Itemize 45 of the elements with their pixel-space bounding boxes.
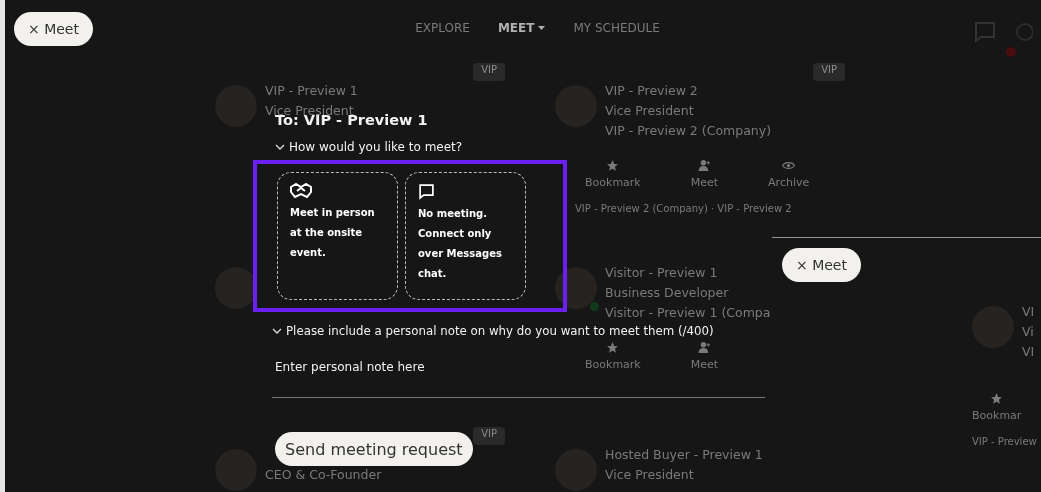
job-title: Vice President (605, 103, 694, 118)
chevron-icon (275, 144, 285, 150)
nav-tab[interactable]: MEET (497, 20, 546, 35)
question-label: How would you like to meet? (289, 140, 463, 154)
online-dot (590, 302, 599, 311)
person-name: Hosted Buyer - Preview 1 (605, 447, 763, 462)
action-button[interactable]: Bookmark (585, 159, 641, 195)
badge: VIP (813, 63, 845, 81)
star-icon (606, 159, 620, 172)
person-name: VI (1022, 304, 1035, 319)
meet-button[interactable]: × Meet (14, 12, 93, 46)
nav-tab[interactable]: EXPLORE (415, 20, 470, 35)
add-person-icon (697, 159, 711, 172)
badge: VIP (473, 427, 505, 445)
meet-button[interactable]: × Meet (782, 248, 861, 282)
star-icon (990, 392, 1004, 405)
chat-icon (418, 183, 435, 200)
handshake-icon (290, 183, 312, 199)
company-name: Visitor - Preview 1 (Compa (605, 305, 771, 320)
caret-icon (538, 25, 546, 30)
nav-tab[interactable]: MY SCHEDULE (573, 20, 660, 35)
add-person-icon (697, 341, 711, 354)
send-request-button[interactable]: Send meeting request (275, 432, 473, 466)
card-footer: VIP - Preview 2 (Company) · VIP - Preview 2 (575, 203, 792, 214)
action-button[interactable]: Archive (768, 159, 810, 195)
job-title: Vi (1022, 324, 1034, 339)
star-icon (606, 341, 620, 354)
company-name: VIP - Preview 2 (Company) (605, 123, 771, 138)
company-name: VI (1022, 344, 1035, 359)
job-title: Business Developer (605, 285, 729, 300)
chevron-icon (272, 328, 282, 334)
job-title: CEO & Co-Founder (265, 467, 382, 482)
person-name: VIP - Preview 2 (605, 83, 698, 98)
action-button[interactable]: Bookmar (972, 392, 1022, 428)
badge: VIP (473, 63, 505, 81)
job-title: Vice President (605, 467, 694, 482)
eye-icon (782, 159, 796, 172)
chat-icon[interactable] (973, 20, 997, 44)
person-name: VIP - Preview 1 (265, 83, 358, 98)
meeting-option[interactable]: Meet in person at the onsite event. (277, 172, 398, 300)
person-name: Visitor - Preview 1 (605, 265, 718, 280)
note-prompt: Please include a personal note on why do you want to meet them (/400) (286, 324, 714, 338)
action-button[interactable]: Meet (690, 159, 719, 195)
meeting-option[interactable]: No meeting. Connect only over Messages chat. (405, 172, 526, 300)
card-footer: VIP - Preview (972, 436, 1037, 447)
